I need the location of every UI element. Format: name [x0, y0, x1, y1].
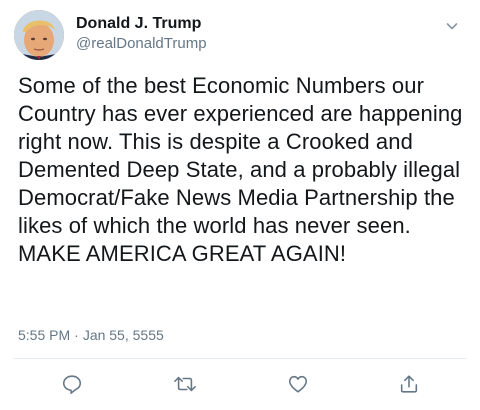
author-block[interactable]: Donald J. Trump @realDonaldTrump — [76, 14, 396, 58]
tweet-timestamp[interactable]: 5:55 PM · Jan 55, 5555 — [18, 326, 164, 344]
retweet-icon — [173, 373, 197, 395]
tweet-card: Donald J. Trump @realDonaldTrump Some of… — [0, 0, 480, 410]
chevron-down-icon[interactable] — [444, 18, 460, 34]
timestamp-separator: · — [74, 327, 79, 343]
tweet-date: Jan 55, 5555 — [82, 327, 164, 343]
avatar[interactable] — [14, 10, 64, 60]
reply-button[interactable] — [59, 371, 85, 397]
divider — [14, 358, 466, 359]
share-button[interactable] — [396, 371, 422, 397]
reply-icon — [61, 373, 83, 395]
avatar-image — [14, 10, 64, 60]
tweet-time: 5:55 PM — [18, 327, 71, 343]
tweet-header: Donald J. Trump @realDonaldTrump — [14, 6, 466, 68]
author-display-name[interactable]: Donald J. Trump — [76, 14, 396, 34]
tweet-text: Some of the best Economic Numbers our Co… — [18, 73, 469, 266]
like-button[interactable] — [285, 371, 311, 397]
tweet-actions — [0, 371, 480, 397]
author-handle[interactable]: @realDonaldTrump — [76, 34, 396, 54]
share-icon — [398, 373, 420, 395]
heart-icon — [287, 373, 309, 395]
retweet-button[interactable] — [172, 371, 198, 397]
